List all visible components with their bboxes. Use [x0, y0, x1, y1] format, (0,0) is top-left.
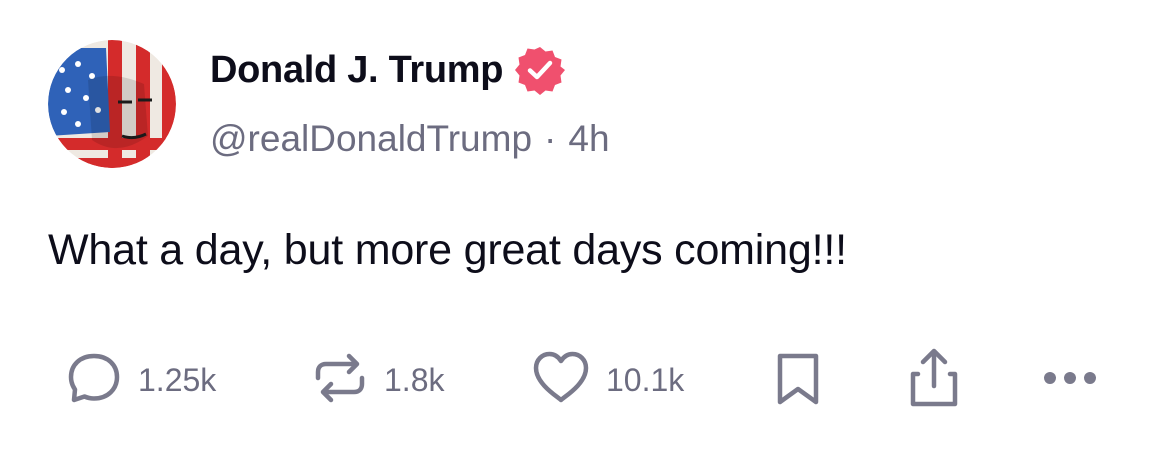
- share-icon: [904, 346, 964, 415]
- handle[interactable]: @realDonaldTrump: [210, 118, 532, 160]
- like-button[interactable]: 10.1k: [530, 348, 684, 412]
- more-dots-icon: [1040, 368, 1100, 393]
- repost-button[interactable]: 1.8k: [310, 348, 444, 412]
- post-card: Donald J. Trump @realDonaldTrump · 4h Wh…: [0, 0, 1170, 457]
- share-button[interactable]: [904, 348, 964, 412]
- bookmark-button[interactable]: [770, 348, 826, 412]
- avatar[interactable]: [48, 40, 176, 168]
- verified-badge-icon: [515, 45, 566, 95]
- bookmark-icon: [770, 348, 826, 413]
- reply-count: 1.25k: [138, 361, 217, 398]
- repost-count: 1.8k: [384, 361, 445, 398]
- separator: ·: [544, 118, 557, 159]
- post-meta: @realDonaldTrump · 4h: [210, 118, 610, 160]
- timestamp[interactable]: 4h: [568, 118, 609, 160]
- reply-button[interactable]: 1.25k: [64, 348, 216, 412]
- more-options-button[interactable]: [1040, 348, 1100, 412]
- author-row: Donald J. Trump: [210, 44, 566, 96]
- like-count: 10.1k: [606, 361, 685, 398]
- display-name[interactable]: Donald J. Trump: [210, 49, 504, 92]
- speech-bubble-icon: [64, 348, 124, 413]
- post-text: What a day, but more great days coming!!…: [48, 226, 847, 274]
- heart-icon: [530, 348, 592, 413]
- action-bar: 1.25k 1.8k 10.1k: [0, 348, 1170, 412]
- repost-arrows-icon: [310, 348, 370, 413]
- flag-portrait-icon: [48, 40, 176, 168]
